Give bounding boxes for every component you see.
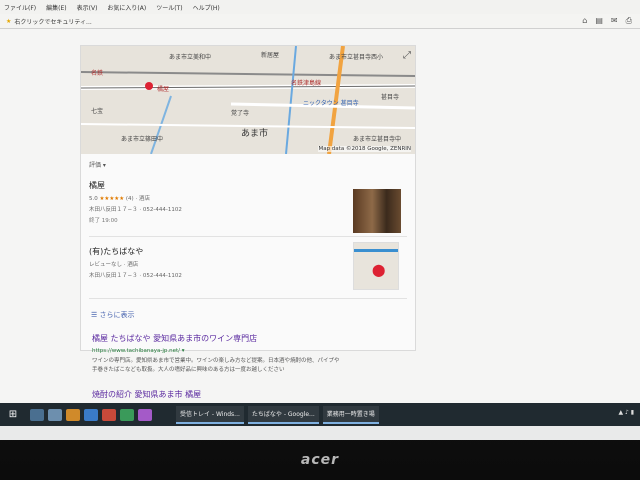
map-label: 覚了寺 [231, 110, 250, 117]
search-result: 橘屋 たちばなや 愛知県あま市のワイン専門店 https://www.tachi… [92, 333, 342, 375]
more-results-label: さらに表示 [99, 311, 135, 319]
rating-stars: ★★★★★ [99, 196, 125, 202]
divider [89, 236, 407, 237]
taskbar-task-mail[interactable]: 受信トレイ - Winds... [176, 405, 244, 424]
review-status: レビューなし [89, 262, 123, 268]
search-result: 焼酎の紹介 愛知県あま市 橘屋 [92, 389, 201, 400]
taskbar-task-browser[interactable]: たちばなや - Google... [247, 405, 319, 424]
business-category: 酒店 [127, 262, 139, 268]
favorites-bar: ★ 右クリックでセキュリティ... [0, 14, 640, 29]
map-label: あま市立甚目寺中 [353, 136, 402, 143]
expand-map-icon[interactable]: ⤢ [403, 50, 411, 61]
menu-view[interactable]: 表示(V) [77, 3, 98, 12]
map-label: あま市立篠田中 [121, 136, 164, 143]
taskbar: ⊞ 受信トレイ - Winds... たちばなや - Google... 業務用… [0, 403, 640, 426]
home-icon[interactable]: ⌂ [582, 16, 587, 26]
star-icon: ★ [6, 17, 12, 25]
review-count: (4) [125, 196, 134, 202]
result-snippet: ワインの専門店。愛知県あま市で営業中。ワインの楽しみ方など提案。日本酒や焼酎の他… [92, 358, 340, 373]
browser-tools: ⌂ ▤ ✉ ⎙ [582, 16, 632, 26]
result-title-link[interactable]: 橘屋 たちばなや 愛知県あま市のワイン専門店 [92, 333, 342, 344]
task-view-icon[interactable] [48, 408, 62, 421]
business-map-thumbnail[interactable]: ⬤ [353, 242, 399, 290]
browser-icon[interactable] [84, 408, 98, 421]
more-results-link[interactable]: ☰ さらに表示 [91, 310, 135, 320]
knowledge-panel: あま市立美和中 新居屋 あま市立甚目寺西小 名鉄津島線 名鉄 橘屋 あま市 ニッ… [80, 45, 416, 351]
divider [89, 298, 407, 299]
map-road [354, 249, 398, 252]
map-label-city: あま市 [241, 129, 269, 139]
windows-start-icon[interactable]: ⊞ [0, 403, 26, 426]
feeds-icon[interactable]: ▤ [595, 16, 603, 26]
business-photo[interactable] [353, 189, 401, 233]
rating-value: 5.0 [89, 196, 98, 202]
result-url[interactable]: https://www.tachibanaya-jp.net/ ▾ [92, 348, 342, 354]
map[interactable]: あま市立美和中 新居屋 あま市立甚目寺西小 名鉄津島線 名鉄 橘屋 あま市 ニッ… [81, 46, 415, 154]
map-label: 七宝 [91, 108, 104, 115]
map-pin-icon: ⬤ [372, 263, 386, 277]
map-label: 名鉄津島線 [291, 80, 322, 87]
menu-favorites[interactable]: お気に入り(A) [107, 3, 146, 12]
map-attribution: Map data ©2018 Google, ZENRIN [318, 146, 411, 152]
taskbar-task-folder[interactable]: 業務用一時置き場 [322, 405, 379, 424]
mail-icon[interactable]: ✉ [611, 16, 618, 26]
print-icon[interactable]: ⎙ [626, 16, 632, 26]
rating-filter[interactable]: 評価 ▾ [89, 160, 106, 169]
menu-bar: ファイル(F) 編集(E) 表示(V) お気に入り(A) ツール(T) ヘルプ(… [0, 0, 640, 14]
folder-icon[interactable] [66, 408, 80, 421]
map-label: 新居屋 [261, 52, 280, 59]
map-label: あま市立美和中 [169, 54, 212, 61]
favorites-link[interactable]: 右クリックでセキュリティ... [14, 17, 91, 26]
system-tray[interactable]: ▲ ♪ ▮ [618, 409, 634, 416]
map-label: 名鉄 [91, 70, 104, 77]
app-icon[interactable] [138, 408, 152, 421]
menu-tools[interactable]: ツール(T) [156, 3, 182, 12]
business-category: 酒店 [138, 196, 150, 202]
monitor-brand-logo: acer [300, 452, 340, 468]
menu-help[interactable]: ヘルプ(H) [193, 3, 220, 12]
result-title-link[interactable]: 焼酎の紹介 愛知県あま市 橘屋 [92, 389, 201, 400]
map-label: ニックタウン 甚目寺 [303, 100, 359, 107]
menu-edit[interactable]: 編集(E) [46, 3, 66, 12]
menu-file[interactable]: ファイル(F) [4, 3, 36, 12]
app-icon[interactable] [102, 408, 116, 421]
search-results-page: あま市立美和中 新居屋 あま市立甚目寺西小 名鉄津島線 名鉄 橘屋 あま市 ニッ… [0, 29, 640, 403]
map-label: あま市立甚目寺西小 [329, 54, 384, 61]
map-label: 甚目寺 [381, 94, 400, 101]
screen: ファイル(F) 編集(E) 表示(V) お気に入り(A) ツール(T) ヘルプ(… [0, 0, 640, 440]
map-label-business: 橘屋 [157, 86, 170, 93]
search-icon[interactable] [30, 408, 44, 421]
app-icon[interactable] [120, 408, 134, 421]
